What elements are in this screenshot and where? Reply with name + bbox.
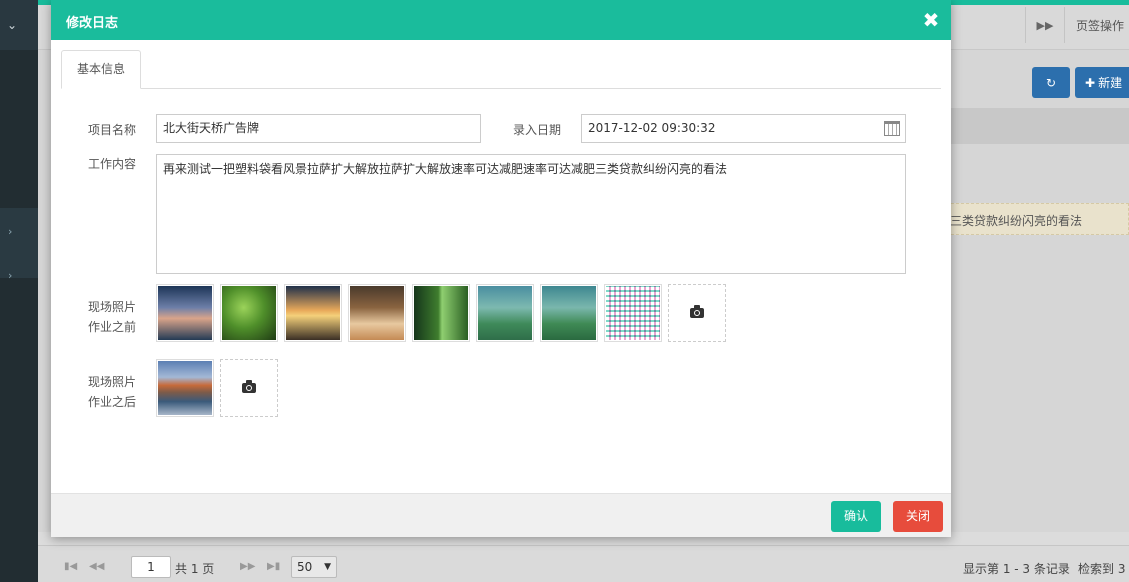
photo-image xyxy=(478,286,532,340)
photos-before-label-line1: 现场照片 xyxy=(88,300,137,314)
total-pages: 共 1 页 xyxy=(175,562,215,576)
table-header xyxy=(950,108,1129,144)
tab-bar: 基本信息 xyxy=(61,50,941,89)
new-button-label: 新建 xyxy=(1098,76,1123,90)
record-range: 显示第 1 - 3 条记录 xyxy=(963,562,1070,576)
photo-image xyxy=(414,286,468,340)
edit-log-dialog: 修改日志 ✖ 基本信息 项目名称 北大街天桥广告牌 录入日期 2017-12-0… xyxy=(51,0,951,537)
pagination-bar: ▮◀ ◀◀ 1 共 1 页 ▶▶ ▶▮ 50 ▼ 显示第 1 - 3 条记录 检… xyxy=(38,545,1129,582)
close-button[interactable]: 关闭 xyxy=(893,501,943,532)
project-name-label: 项目名称 xyxy=(88,123,137,137)
camera-icon xyxy=(690,305,704,318)
photo-thumbnail[interactable] xyxy=(540,284,598,342)
dialog-title: 修改日志 xyxy=(66,16,119,31)
photo-image xyxy=(158,286,212,340)
tab-forward-button[interactable]: ▶▶ xyxy=(1025,7,1065,43)
photo-thumbnail[interactable] xyxy=(412,284,470,342)
table-row[interactable]: 三类贷款纠纷闪亮的看法 xyxy=(946,203,1129,235)
photo-thumbnail[interactable] xyxy=(156,284,214,342)
next-page-icon[interactable]: ▶▶ xyxy=(240,561,255,572)
entry-date-value: 2017-12-02 09:30:32 xyxy=(588,121,716,135)
new-button[interactable]: ✚ 新建 xyxy=(1075,67,1129,98)
photos-after-label: 现场照片 作业之后 xyxy=(88,372,136,412)
photo-image xyxy=(542,286,596,340)
photos-after-label-line2: 作业之后 xyxy=(88,395,137,409)
project-name-input[interactable]: 北大街天桥广告牌 xyxy=(156,114,481,143)
photo-image xyxy=(350,286,404,340)
plus-icon: ✚ xyxy=(1085,75,1096,90)
chevron-right-icon: › xyxy=(8,269,13,282)
dialog-header: 修改日志 ✖ xyxy=(51,0,951,40)
sidebar-menu-group[interactable]: › › xyxy=(0,208,38,282)
photos-before-label: 现场照片 作业之前 xyxy=(88,297,136,337)
calendar-icon[interactable] xyxy=(884,121,900,136)
prev-page-icon[interactable]: ◀◀ xyxy=(89,561,104,572)
work-content-label: 工作内容 xyxy=(88,157,137,171)
fast-forward-icon: ▶▶ xyxy=(1036,18,1054,32)
entry-date-label: 录入日期 xyxy=(513,123,562,137)
photo-image xyxy=(222,286,276,340)
photo-thumbnail[interactable] xyxy=(156,359,214,417)
photos-after-label-line1: 现场照片 xyxy=(88,375,137,389)
page-size-select[interactable]: 50 ▼ xyxy=(291,556,337,578)
chevron-down-icon[interactable]: ⌄ xyxy=(7,18,17,32)
photos-after-gallery xyxy=(156,359,278,417)
sidebar-header: ⌄ xyxy=(0,0,38,50)
caret-down-icon: ▼ xyxy=(324,562,331,572)
photos-before-label-line2: 作业之前 xyxy=(88,320,137,334)
entry-date-input[interactable]: 2017-12-02 09:30:32 xyxy=(581,114,906,143)
page-size-value: 50 xyxy=(297,560,313,574)
photo-thumbnail[interactable] xyxy=(348,284,406,342)
confirm-button[interactable]: 确认 xyxy=(831,501,881,532)
sidebar: ⌄ › › xyxy=(0,0,38,582)
dialog-footer: 确认 关闭 xyxy=(51,493,951,537)
refresh-icon: ↻ xyxy=(1045,75,1057,90)
photo-image xyxy=(286,286,340,340)
add-photo-before-button[interactable] xyxy=(668,284,726,342)
last-page-icon[interactable]: ▶▮ xyxy=(267,561,280,572)
photo-thumbnail[interactable] xyxy=(476,284,534,342)
photo-image xyxy=(158,361,212,415)
record-count: 检索到 3 xyxy=(1078,562,1126,576)
camera-icon xyxy=(242,380,256,393)
close-icon[interactable]: ✖ xyxy=(920,8,942,32)
photo-thumbnail[interactable] xyxy=(220,284,278,342)
table-cell-content: 三类贷款纠纷闪亮的看法 xyxy=(950,214,1083,228)
chevron-right-icon: › xyxy=(8,225,13,238)
photo-thumbnail[interactable] xyxy=(284,284,342,342)
tab-operations-menu[interactable]: 页签操作 xyxy=(1076,17,1124,34)
tab-basic-info[interactable]: 基本信息 xyxy=(61,50,141,89)
first-page-icon[interactable]: ▮◀ xyxy=(64,561,77,572)
photo-thumbnail[interactable] xyxy=(604,284,662,342)
photos-before-gallery xyxy=(156,284,726,342)
refresh-button[interactable]: ↻ xyxy=(1032,67,1070,98)
page-number-input[interactable]: 1 xyxy=(131,556,171,578)
qr-code-image xyxy=(606,286,660,340)
add-photo-after-button[interactable] xyxy=(220,359,278,417)
work-content-textarea[interactable]: 再来测试一把塑料袋看风景拉萨扩大解放拉萨扩大解放速率可达减肥速率可达减肥三类贷款… xyxy=(156,154,906,274)
